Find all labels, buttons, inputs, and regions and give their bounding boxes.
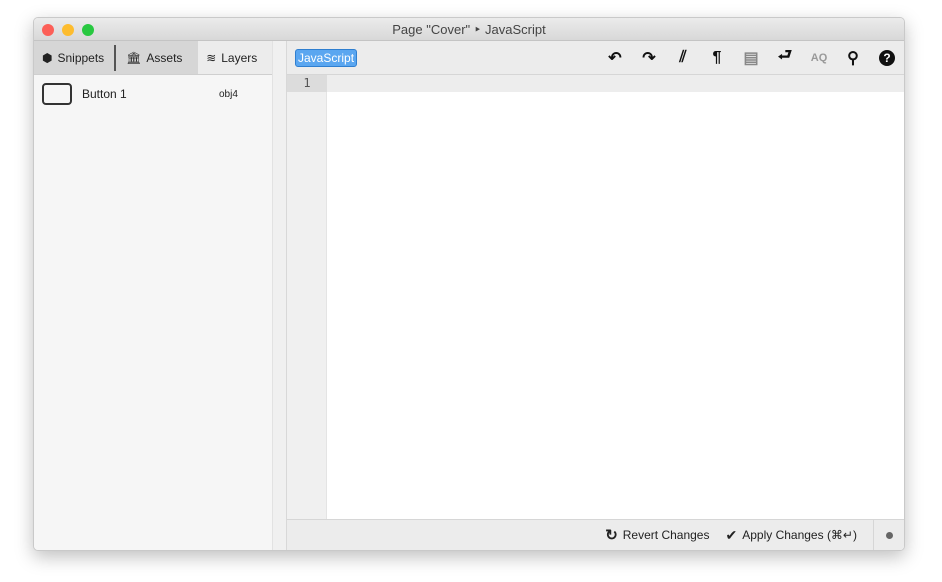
- undo-icon[interactable]: ↶: [598, 48, 632, 68]
- layers-icon: ≋: [206, 50, 217, 65]
- tab-snippets[interactable]: ⬢ Snippets: [34, 41, 112, 74]
- footer-bar: ↻ Revert Changes ✔ Apply Changes (⌘↵): [287, 519, 904, 550]
- pilcrow-icon[interactable]: ¶: [700, 49, 734, 67]
- window-title: Page "Cover" ‣ JavaScript: [392, 22, 546, 37]
- layer-item[interactable]: Button 1 obj4: [34, 75, 287, 113]
- current-line[interactable]: [287, 75, 904, 92]
- check-icon: ✔: [725, 526, 738, 543]
- scroll-strip: [272, 41, 287, 550]
- stripes-icon[interactable]: ⫽: [666, 49, 700, 67]
- close-button[interactable]: [42, 24, 54, 36]
- search-icon[interactable]: ⚲: [836, 48, 870, 68]
- window: Page "Cover" ‣ JavaScript ⬢ Snippets 🏛 Ass…: [33, 17, 905, 551]
- minimize-button[interactable]: [62, 24, 74, 36]
- wrap-icon[interactable]: ⮐: [768, 44, 802, 71]
- redo-icon[interactable]: ↷: [632, 48, 666, 68]
- tab-assets[interactable]: 🏛 Assets: [118, 41, 198, 74]
- revert-icon: ↻: [605, 527, 618, 544]
- tab-divider: [114, 44, 117, 71]
- cube-icon: ⬢: [42, 50, 53, 65]
- help-icon[interactable]: ?: [870, 49, 904, 67]
- title-bar: Page "Cover" ‣ JavaScript: [34, 18, 904, 41]
- status-dot: [885, 531, 893, 539]
- line-gutter: [287, 75, 327, 519]
- apply-button[interactable]: ✔ Apply Changes (⌘↵): [725, 527, 857, 544]
- button-icon: [42, 83, 72, 105]
- language-badge[interactable]: JavaScript: [295, 48, 358, 67]
- revert-button[interactable]: ↻ Revert Changes: [605, 526, 709, 544]
- line-number: 1: [287, 75, 327, 92]
- zoom-button[interactable]: [82, 24, 94, 36]
- bank-icon: 🏛: [126, 50, 142, 65]
- replace-icon[interactable]: AQ: [802, 52, 836, 64]
- editor-pane: JavaScript ↶ ↷ ⫽ ¶ ▤ ⮐ AQ ⚲ ? 1 ↻ Revert …: [287, 41, 904, 550]
- sidebar: ⬢ Snippets 🏛 Assets ≋ Layers Button 1 obj4: [34, 41, 287, 550]
- outline-icon[interactable]: ▤: [734, 48, 768, 68]
